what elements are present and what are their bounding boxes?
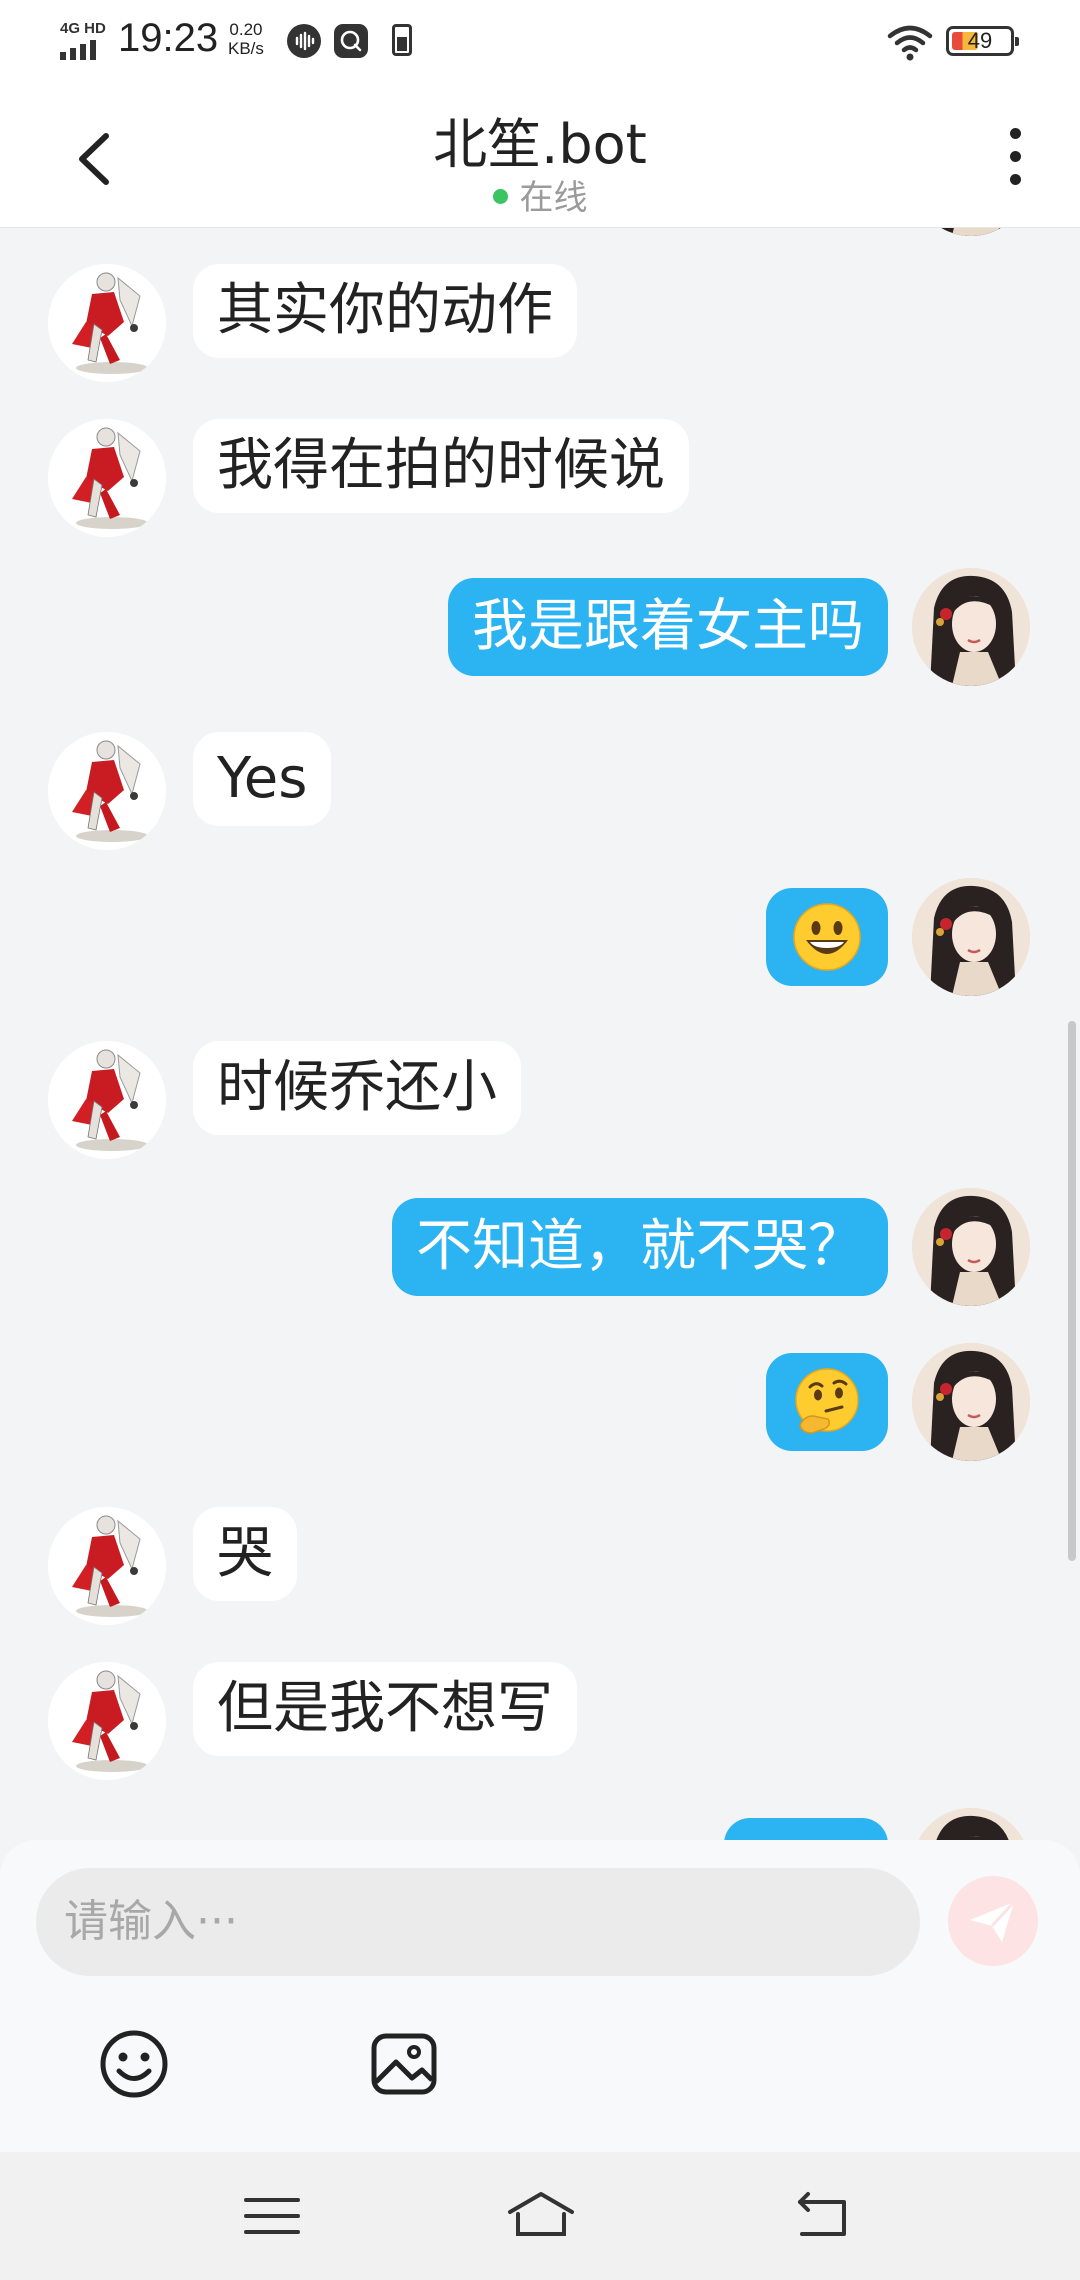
send-icon <box>970 1900 1016 1942</box>
network-speed-value: 0.20 <box>229 20 263 39</box>
thinking-face-emoji-icon <box>795 1368 859 1434</box>
home-button[interactable] <box>506 2190 574 2242</box>
network-speed: 0.20 KB/s <box>228 20 264 58</box>
user-avatar[interactable] <box>912 568 1030 686</box>
chat-title: 北笙.bot <box>433 113 647 176</box>
send-button[interactable] <box>948 1876 1038 1966</box>
bot-avatar[interactable] <box>48 1507 166 1625</box>
menu-button[interactable] <box>240 2190 304 2242</box>
battery-saver-icon <box>392 24 412 56</box>
battery-level: 49 <box>967 28 993 53</box>
message-bubble[interactable]: Yes <box>193 732 332 826</box>
bot-avatar[interactable] <box>48 1662 166 1780</box>
message-bubble[interactable]: 时候乔还小 <box>193 1041 521 1135</box>
user-avatar[interactable] <box>912 1188 1030 1306</box>
bot-avatar[interactable] <box>48 732 166 850</box>
user-avatar[interactable] <box>912 878 1030 996</box>
more-dot-icon <box>1009 128 1021 139</box>
user-avatar[interactable] <box>912 1808 1030 1840</box>
clock: 19:23 <box>118 16 219 60</box>
input-panel: 请输入··· <box>0 1840 1080 2152</box>
home-icon <box>508 2192 574 2236</box>
emoji-button[interactable] <box>98 2028 170 2100</box>
message-bubble[interactable]: 但是我不想写 <box>193 1662 577 1756</box>
app-notification-icon <box>334 24 368 58</box>
menu-icon <box>244 2198 300 2234</box>
message-bubble[interactable]: 我是跟着女主吗 <box>448 578 888 676</box>
emoji-icon <box>100 2030 168 2098</box>
message-bubble[interactable]: 其实你的动作 <box>193 264 577 358</box>
wifi-icon <box>886 22 934 66</box>
message-bubble[interactable] <box>766 1353 888 1451</box>
message-input[interactable]: 请输入··· <box>36 1868 920 1976</box>
grinning-face-emoji-icon <box>793 903 861 971</box>
more-options-button[interactable] <box>1000 128 1030 188</box>
chat-message-list[interactable]: 其实你的动作 我得在拍的时候说 我是跟着女主吗 Yes 时候乔还小 不知道，就不… <box>0 228 1080 1840</box>
network-type: 4G HD <box>60 20 106 37</box>
online-status-text: 在线 <box>519 178 588 218</box>
more-dot-icon <box>1009 151 1021 162</box>
scrollbar[interactable] <box>1068 1021 1076 1561</box>
more-dot-icon <box>1009 174 1021 185</box>
bot-avatar[interactable] <box>48 264 166 382</box>
image-icon <box>371 2033 437 2095</box>
message-bubble[interactable] <box>724 1818 888 1840</box>
message-bubble[interactable]: 不知道，就不哭？ <box>392 1198 888 1296</box>
bot-avatar[interactable] <box>48 1041 166 1159</box>
back-nav-button[interactable] <box>792 2190 856 2242</box>
status-bar: 4G HD 19:23 0.20 KB/s 49 <box>0 0 1080 82</box>
network-speed-unit: KB/s <box>228 39 264 58</box>
cellular-signal-icon: 4G HD <box>60 20 106 62</box>
online-status: 在线 <box>0 170 1080 219</box>
back-icon <box>798 2192 846 2236</box>
sound-wave-icon <box>287 24 321 58</box>
message-bubble[interactable] <box>766 888 888 986</box>
online-dot-icon <box>492 189 508 204</box>
chat-header: 北笙.bot 在线 <box>0 82 1080 228</box>
user-avatar[interactable] <box>912 228 1030 236</box>
battery-icon: 49 <box>946 26 1019 56</box>
system-navigation-bar <box>0 2152 1080 2280</box>
image-button[interactable] <box>368 2028 440 2100</box>
bot-avatar[interactable] <box>48 419 166 537</box>
message-bubble[interactable]: 我得在拍的时候说 <box>193 419 689 513</box>
user-avatar[interactable] <box>912 1343 1030 1461</box>
message-bubble[interactable]: 哭 <box>193 1507 297 1601</box>
